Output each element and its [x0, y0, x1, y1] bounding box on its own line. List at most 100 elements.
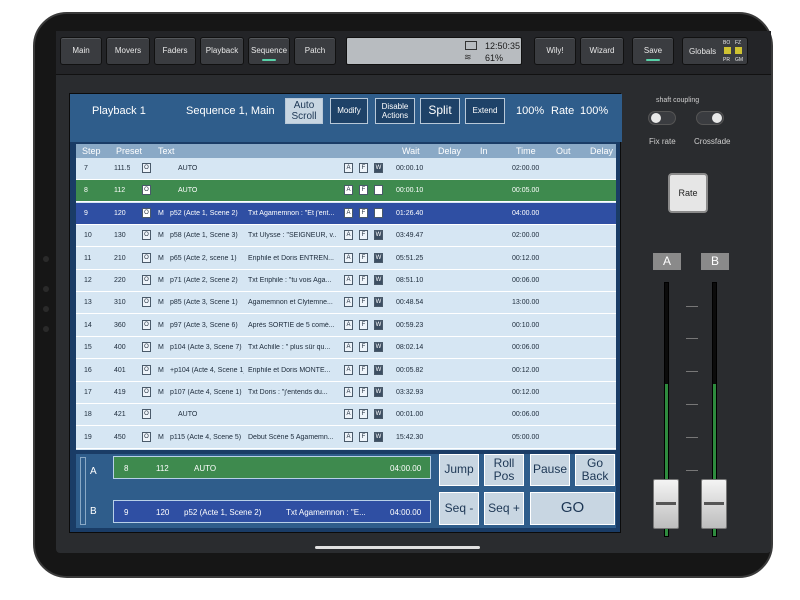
tab-main[interactable]: Main [60, 37, 102, 65]
row-w-chip[interactable]: W [374, 364, 383, 375]
row-o-chip[interactable]: O [142, 185, 151, 196]
row-o-chip[interactable]: O [142, 431, 151, 442]
tab-movers[interactable]: Movers [106, 37, 150, 65]
auto-scroll-button[interactable]: Auto Scroll [285, 98, 323, 124]
row-a-chip[interactable]: A [344, 230, 353, 241]
row-f-chip[interactable]: F [359, 230, 368, 241]
row-text: Txt Eriphile : "tu vois Aga... [248, 277, 332, 284]
table-row[interactable]: 12 220 Mp71 (Acte 2, Scene 2) Txt Eriphile … [76, 270, 616, 292]
pause-button[interactable]: Pause [530, 454, 570, 486]
table-row[interactable]: 7 111.5 AUTO 00:00.10 02:00.00 O A F W [76, 158, 616, 180]
table-row[interactable]: 8 112 AUTO 00:00.10 00:05.00 O A F W [76, 180, 616, 203]
row-w-chip[interactable]: W [374, 275, 383, 285]
row-w-chip[interactable]: W [374, 319, 383, 330]
table-row[interactable]: 13 310 Mp85 (Acte 3, Scene 1) Agamemnon et … [76, 292, 616, 315]
row-a-chip[interactable]: A [344, 409, 353, 420]
row-o-chip[interactable]: O [142, 387, 151, 397]
table-row[interactable]: 14 360 Mp97 (Acte 3, Scene 6) Après SORTIE … [76, 315, 616, 337]
row-a-chip[interactable]: A [344, 163, 353, 173]
tab-sequence[interactable]: Sequence [248, 37, 290, 65]
fix-rate-toggle[interactable] [648, 111, 676, 125]
row-wait: 03:32.93 [396, 389, 424, 396]
rate-button[interactable]: Rate [668, 173, 708, 213]
row-text: Debut Scène 5 Agamemn... [248, 433, 334, 441]
row-a-chip[interactable]: A [344, 185, 353, 196]
disable-actions-button[interactable]: Disable Actions [375, 98, 415, 124]
roll-pos-button[interactable]: Roll Pos [484, 454, 524, 486]
row-a-chip[interactable]: A [344, 342, 353, 353]
row-w-chip[interactable]: W [374, 387, 383, 397]
row-f-chip[interactable]: F [359, 342, 368, 353]
table-row[interactable]: 17 419 Mp107 (Acte 4, Scene 1) Txt Doris : … [76, 382, 616, 404]
row-w-chip[interactable]: W [374, 409, 383, 420]
row-o-chip[interactable]: O [142, 275, 151, 285]
jump-button[interactable]: Jump [439, 454, 479, 486]
table-row[interactable]: 9 120 Mp52 (Acte 1, Scene 2) Txt Agamemnon … [76, 202, 616, 225]
row-w-chip[interactable]: W [374, 207, 383, 218]
row-a-chip[interactable]: A [344, 431, 353, 442]
row-f-chip[interactable]: F [359, 185, 368, 196]
row-a-chip[interactable]: A [344, 297, 353, 308]
row-w-chip[interactable]: W [374, 163, 383, 173]
table-row[interactable]: 18 421 AUTO 00:01.00 00:06.00 O A F W [76, 404, 616, 427]
row-o-chip[interactable]: O [142, 409, 151, 420]
row-a-chip[interactable]: A [344, 319, 353, 330]
row-f-chip[interactable]: F [359, 207, 368, 218]
row-o-chip[interactable]: O [142, 297, 151, 308]
row-a-chip[interactable]: A [344, 364, 353, 375]
row-w-chip[interactable]: W [374, 252, 383, 263]
column-header: Step Preset Text Wait Delay In Time Out … [76, 144, 616, 158]
table-row[interactable]: 19 450 Mp115 (Acte 4, Scene 5) Debut Scène … [76, 427, 616, 449]
row-w-chip[interactable]: W [374, 297, 383, 308]
tab-patch[interactable]: Patch [294, 37, 336, 65]
row-w-chip[interactable]: W [374, 431, 383, 442]
row-f-chip[interactable]: F [359, 409, 368, 420]
row-o-chip[interactable]: O [142, 319, 151, 330]
sequence-list[interactable]: 7 111.5 AUTO 00:00.10 02:00.00 O A F W 8 112 AUTO 00… [76, 158, 616, 450]
save-button[interactable]: Save [632, 37, 674, 65]
row-w-chip[interactable]: W [374, 230, 383, 241]
fader-a-handle[interactable] [653, 479, 679, 529]
row-w-chip[interactable]: W [374, 342, 383, 353]
modify-button[interactable]: Modify [330, 98, 368, 124]
row-o-chip[interactable]: O [142, 163, 151, 173]
row-f-chip[interactable]: F [359, 364, 368, 375]
row-a-chip[interactable]: A [344, 387, 353, 397]
row-a-chip[interactable]: A [344, 252, 353, 263]
globals-button[interactable]: Globals BO FZ PR GM [682, 37, 748, 65]
row-o-chip[interactable]: O [142, 364, 151, 375]
fader-b-handle[interactable] [701, 479, 727, 529]
row-f-chip[interactable]: F [359, 163, 368, 173]
row-a-chip[interactable]: A [344, 207, 353, 218]
table-row[interactable]: 11 210 Mp65 (Acte 2, scene 1) Eriphile et D… [76, 248, 616, 270]
go-back-button[interactable]: Go Back [575, 454, 615, 486]
seq-minus-button[interactable]: Seq - [439, 492, 479, 525]
table-row[interactable]: 15 400 Mp104 (Acte 3, Scene 7) Txt Achille … [76, 337, 616, 360]
crossfade-label: Crossfade [694, 137, 731, 146]
row-o-chip[interactable]: O [142, 342, 151, 353]
row-f-chip[interactable]: F [359, 431, 368, 442]
tab-playback[interactable]: Playback [200, 37, 244, 65]
row-o-chip[interactable]: O [142, 252, 151, 263]
table-row[interactable]: 16 401 M +p104 (Acte 4, Scene 1) Eriphile et… [76, 360, 616, 382]
seq-plus-button[interactable]: Seq + [484, 492, 524, 525]
row-w-chip[interactable]: W [374, 185, 383, 196]
row-a-chip[interactable]: A [344, 275, 353, 285]
wizard-button[interactable]: Wizard [580, 37, 624, 65]
extend-button[interactable]: Extend [465, 98, 505, 124]
split-button[interactable]: Split [420, 98, 460, 124]
row-f-chip[interactable]: F [359, 387, 368, 397]
row-f-chip[interactable]: F [359, 297, 368, 308]
row-o-chip[interactable]: O [142, 207, 151, 218]
row-preset: 130 [114, 232, 126, 240]
crossfade-toggle[interactable] [696, 111, 724, 125]
row-cue: p104 (Acte 3, Scene 7) [170, 344, 242, 352]
row-f-chip[interactable]: F [359, 275, 368, 285]
go-button[interactable]: GO [530, 492, 615, 525]
row-f-chip[interactable]: F [359, 319, 368, 330]
row-f-chip[interactable]: F [359, 252, 368, 263]
table-row[interactable]: 10 130 Mp58 (Acte 1, Scene 3) Txt Ulysse : … [76, 225, 616, 248]
tab-faders[interactable]: Faders [154, 37, 196, 65]
row-o-chip[interactable]: O [142, 230, 151, 241]
wily-button[interactable]: Wily! [534, 37, 576, 65]
